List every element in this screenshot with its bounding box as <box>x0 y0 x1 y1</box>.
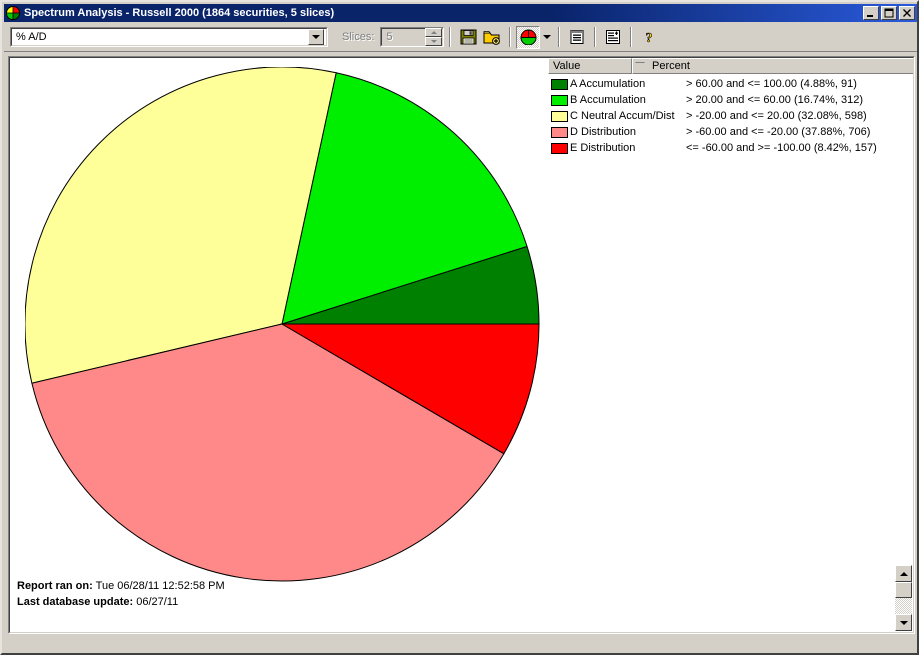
legend-color-swatch <box>551 78 568 90</box>
toolbar-separator <box>509 27 512 47</box>
legend-color-swatch <box>551 110 568 122</box>
slices-value: 5 <box>386 31 393 43</box>
legend-row-name: C Neutral Accum/Dist <box>570 110 675 122</box>
title-bar[interactable]: Spectrum Analysis - Russell 2000 (1864 s… <box>4 4 917 22</box>
scroll-down-button[interactable] <box>895 614 912 631</box>
list-view-button[interactable] <box>565 26 589 49</box>
legend-row-name: B Accumulation <box>570 94 646 106</box>
legend-color-swatch <box>551 126 568 138</box>
report-ran-value: Tue 06/28/11 12:52:58 PM <box>95 580 225 592</box>
pie-chart-icon <box>5 5 21 21</box>
open-add-button[interactable] <box>480 26 504 49</box>
toolbar-separator <box>630 27 633 47</box>
column-header-percent[interactable]: Percent <box>632 58 913 74</box>
legend-row[interactable]: A Accumulation > 60.00 and <= 100.00 (4.8… <box>548 76 913 92</box>
legend-row-range: <= -60.00 and >= -100.00 (8.42%, 157) <box>686 142 877 154</box>
folder-add-icon <box>483 31 501 45</box>
toolbar-separator <box>558 27 561 47</box>
report-footer: Report ran on: Tue 06/28/11 12:52:58 PM … <box>17 578 225 610</box>
legend-header: Value Percent <box>548 58 913 74</box>
report-panel: Value Percent A Accumulation > 60.00 and … <box>8 56 915 634</box>
window-controls <box>863 6 915 20</box>
list-icon <box>570 30 584 44</box>
slices-label: Slices: <box>342 31 375 43</box>
legend-row-name: D Distribution <box>570 126 637 138</box>
vertical-scrollbar[interactable] <box>895 565 912 631</box>
toolbar-separator <box>594 27 597 47</box>
legend-color-swatch <box>551 142 568 154</box>
report-view-button[interactable] <box>601 26 625 49</box>
legend-row[interactable]: D Distribution > -60.00 and <= -20.00 (37… <box>548 124 913 140</box>
legend: Value Percent A Accumulation > 60.00 and … <box>548 58 913 156</box>
legend-rows: A Accumulation > 60.00 and <= 100.00 (4.8… <box>548 74 913 156</box>
legend-row-range: > 60.00 and <= 100.00 (4.88%, 91) <box>686 78 857 90</box>
column-header-percent-label: Percent <box>652 60 690 72</box>
slices-stepper-buttons[interactable] <box>425 28 443 46</box>
chevron-down-icon[interactable] <box>308 29 324 45</box>
toolbar: % A/D Slices: 5 ? <box>4 23 917 52</box>
pie-chart-icon <box>520 29 537 45</box>
sort-descending-icon <box>635 63 645 69</box>
scrollbar-thumb[interactable] <box>895 582 912 598</box>
column-header-value-label: Value <box>553 60 581 72</box>
spectrum-pie-chart[interactable] <box>25 67 545 587</box>
window-title: Spectrum Analysis - Russell 2000 (1864 s… <box>24 7 335 19</box>
column-header-value[interactable]: Value <box>548 58 632 74</box>
spectrum-analysis-window: Spectrum Analysis - Russell 2000 (1864 s… <box>0 0 919 655</box>
legend-row-name: A Accumulation <box>570 78 646 90</box>
maximize-button[interactable] <box>881 6 897 20</box>
slices-decrement-button[interactable] <box>425 37 443 46</box>
close-button[interactable] <box>899 6 915 20</box>
help-button[interactable]: ? <box>637 26 661 49</box>
database-update-line: Last database update: 06/27/11 <box>17 594 225 610</box>
legend-row-range: > -20.00 and <= 20.00 (32.08%, 598) <box>686 110 867 122</box>
svg-text:?: ? <box>646 31 653 45</box>
legend-row[interactable]: B Accumulation > 20.00 and <= 60.00 (16.7… <box>548 92 913 108</box>
database-update-label: Last database update: <box>17 596 134 608</box>
pie-chart-view-button[interactable] <box>516 25 541 49</box>
legend-row[interactable]: E Distribution <= -60.00 and >= -100.00 (… <box>548 140 913 156</box>
pie-chart-options-button[interactable] <box>540 26 553 49</box>
save-button[interactable] <box>456 26 480 49</box>
database-update-value: 06/27/11 <box>136 596 179 608</box>
indicator-select-value: % A/D <box>16 31 47 43</box>
scroll-up-button[interactable] <box>895 565 912 582</box>
legend-row-name: E Distribution <box>570 142 636 154</box>
toolbar-separator <box>449 27 452 47</box>
report-ran-line: Report ran on: Tue 06/28/11 12:52:58 PM <box>17 578 225 594</box>
legend-row-range: > 20.00 and <= 60.00 (16.74%, 312) <box>686 94 864 106</box>
slices-increment-button[interactable] <box>425 28 443 37</box>
legend-row-range: > -60.00 and <= -20.00 (37.88%, 706) <box>686 126 871 138</box>
report-ran-label: Report ran on: <box>17 580 93 592</box>
minimize-button[interactable] <box>863 6 879 20</box>
slices-stepper[interactable]: 5 <box>380 27 445 47</box>
legend-color-swatch <box>551 94 568 106</box>
floppy-disk-icon <box>460 29 477 45</box>
legend-row[interactable]: C Neutral Accum/Dist > -20.00 and <= 20.0… <box>548 108 913 124</box>
question-mark-icon: ? <box>646 31 654 45</box>
report-add-icon <box>606 30 621 44</box>
indicator-select[interactable]: % A/D <box>10 27 328 47</box>
